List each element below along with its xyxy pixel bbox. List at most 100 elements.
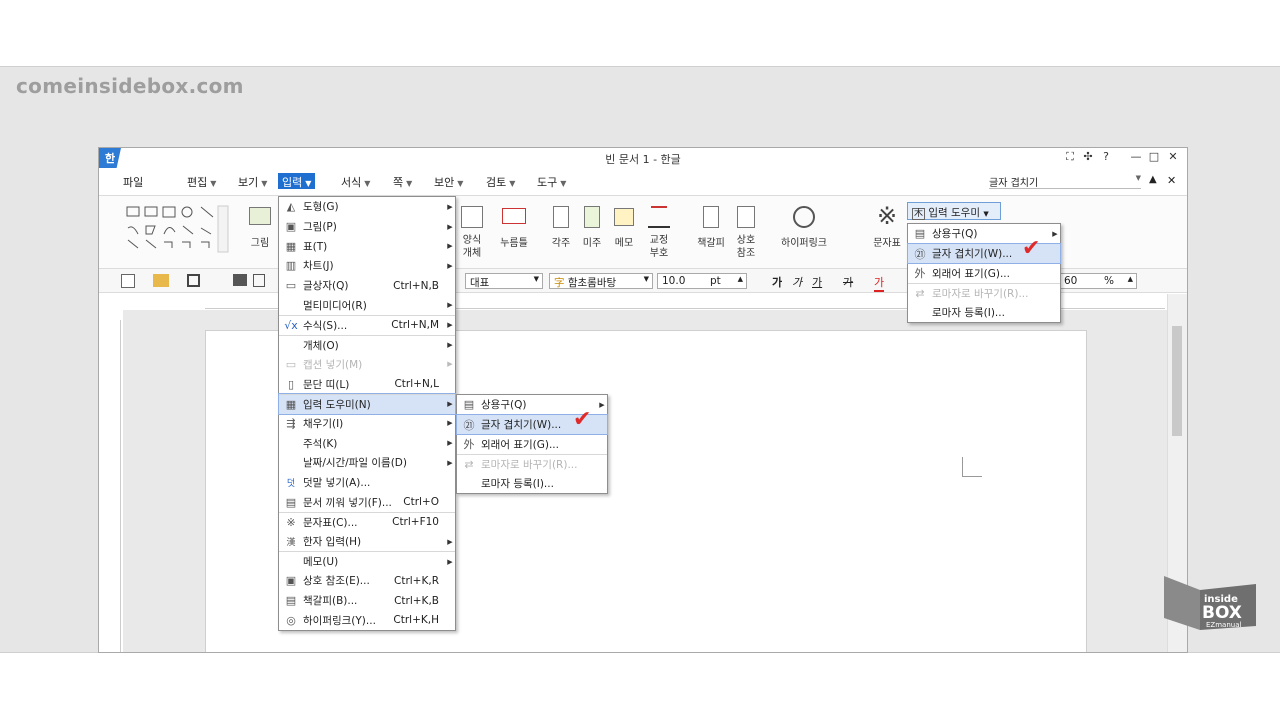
endnote-icon[interactable] (584, 206, 600, 228)
menu-view[interactable]: 보기 ▼ (234, 173, 271, 189)
open-folder-icon[interactable] (153, 274, 169, 287)
menu-insert[interactable]: 입력 ▼ (278, 173, 316, 189)
ribbon-endnote-label[interactable]: 미주 (578, 234, 606, 249)
close-icon[interactable]: ✕ (1165, 150, 1181, 163)
search-input[interactable]: 글자 겹치기 ▼ (989, 174, 1141, 189)
ribbon-form-label[interactable]: 양식 개체 (457, 234, 487, 260)
insert-item-annotation[interactable]: 주석(K) ▶ (279, 433, 455, 453)
shape-gallery[interactable] (125, 204, 229, 256)
ribbon-bookmark-label[interactable]: 책갈피 (693, 234, 729, 249)
underline-button[interactable]: 가 (812, 274, 822, 290)
title-bar: 한 빈 문서 1 - 한글 ⛶ ✣ ? — □ ✕ (99, 148, 1187, 168)
submenu-item-foreign-notation[interactable]: 外 외래어 표기(G)... (457, 434, 607, 454)
minimize-icon[interactable]: — (1128, 150, 1144, 163)
insert-item-hanja[interactable]: 漢 한자 입력(H) ▶ (279, 532, 455, 552)
insert-item-ruby[interactable]: 덧 덧말 넣기(A)... (279, 473, 455, 493)
cross-reference-icon[interactable] (737, 206, 755, 228)
menu-review[interactable]: 검토 ▼ (482, 173, 519, 189)
font-size-input[interactable]: 10.0 pt ▲ (657, 273, 747, 289)
insert-item-fill[interactable]: ⇶ 채우기(I) ▶ (279, 414, 455, 434)
cross-reference-icon: ▣ (285, 574, 297, 588)
maximize-icon[interactable]: □ (1146, 150, 1162, 163)
chevron-down-icon: ▼ (364, 179, 371, 188)
helper-item-roman-register[interactable]: 로마자 등록(I)... (908, 303, 1060, 323)
insert-item-memo[interactable]: 메모(U) ▶ (279, 551, 455, 571)
insert-item-table[interactable]: ▦ 표(T) ▶ (279, 236, 455, 256)
insert-item-datetime[interactable]: 날짜/시간/파일 이름(D) ▶ (279, 453, 455, 473)
menu-file[interactable]: 파일 (119, 173, 147, 189)
ribbon-footnote-label[interactable]: 각주 (547, 234, 575, 249)
print-icon[interactable] (233, 274, 247, 286)
ribbon-picture-label[interactable]: 그림 (243, 234, 277, 249)
logo-line-ezmanual: EZmanual (1206, 621, 1241, 629)
input-helper-button[interactable]: 木 입력 도우미 ▼ (907, 202, 1001, 220)
charmap-icon: ※ (286, 515, 296, 529)
ribbon-press-frame-label[interactable]: 누름틀 (495, 234, 533, 249)
footnote-icon[interactable] (553, 206, 569, 228)
insert-item-charmap[interactable]: ※ 문자표(C)... Ctrl+F10 (279, 512, 455, 532)
menu-edit[interactable]: 편집 ▼ (183, 173, 220, 189)
insert-item-chart[interactable]: ▥ 차트(J) ▶ (279, 256, 455, 276)
insert-item-input-helper[interactable]: ▦ 입력 도우미(N) ▶ (278, 392, 456, 415)
italic-button[interactable]: 가 (792, 274, 802, 290)
form-object-icon[interactable] (461, 206, 483, 228)
proof-mark-icon[interactable] (648, 206, 670, 228)
ribbon-memo-label[interactable]: 메모 (610, 234, 638, 249)
help-icon[interactable]: ? (1098, 150, 1114, 163)
fullscreen-icon[interactable]: ⛶ (1062, 150, 1078, 164)
chevron-right-icon: ▶ (447, 537, 453, 546)
close-doc-icon[interactable]: ✕ (1167, 174, 1176, 187)
zoom-input[interactable]: 60% ▲ (1059, 273, 1137, 289)
shape-icon: ◭ (286, 200, 296, 214)
insert-item-shape[interactable]: ◭ 도형(G) ▶ (279, 197, 455, 217)
menu-security[interactable]: 보안 ▼ (430, 173, 467, 189)
submenu-item-roman-register[interactable]: 로마자 등록(I)... (457, 474, 607, 494)
picture-icon[interactable] (249, 207, 271, 225)
ribbon-proof-label[interactable]: 교정 부호 (645, 234, 673, 260)
menu-page[interactable]: 쪽 ▼ (389, 173, 416, 189)
hyperlink-globe-icon[interactable] (793, 206, 815, 228)
insert-item-cross-ref[interactable]: ▣ 상호 참조(E)... Ctrl+K,R (279, 571, 455, 591)
romanize-icon: ⇄ (915, 286, 925, 300)
strike-button[interactable]: 가 (843, 274, 853, 290)
new-document-icon[interactable] (121, 274, 135, 288)
insert-item-picture[interactable]: ▣ 그림(P) ▶ (279, 217, 455, 237)
style-select[interactable]: 대표 ▼ (465, 273, 543, 289)
ribbon-cross-ref-label[interactable]: 상호 참조 (731, 234, 761, 260)
memo-icon[interactable] (614, 208, 634, 226)
ribbon-hyperlink-label[interactable]: 하이퍼링크 (775, 234, 833, 249)
charmap-icon[interactable]: ※ (877, 202, 897, 230)
font-select[interactable]: 字 함초롬바탕 ▼ (549, 273, 653, 289)
insert-item-insert-document[interactable]: ▤ 문서 끼워 넣기(F)... Ctrl+O (279, 492, 455, 512)
chevron-right-icon: ▶ (447, 222, 453, 231)
preview-icon[interactable] (253, 274, 265, 287)
helper-item-char-overlap[interactable]: ㉑ 글자 겹치기(W)... ✔ (907, 236, 1061, 265)
scrollbar-thumb[interactable] (1172, 326, 1182, 436)
bold-button[interactable]: 가 (772, 274, 782, 290)
phrases-icon: ▤ (914, 227, 926, 241)
spinner-icon: ▲ (737, 275, 743, 283)
save-icon[interactable] (187, 274, 200, 287)
insert-item-textbox[interactable]: ▭ 글상자(Q) Ctrl+N,B (279, 276, 455, 296)
insert-item-equation[interactable]: √x 수식(S)... Ctrl+N,M ▶ (279, 315, 455, 335)
input-helper-icon: 木 (912, 208, 926, 220)
insert-item-object[interactable]: 개체(O) ▶ (279, 334, 455, 355)
font-color-button[interactable]: 가 (874, 274, 885, 292)
bookmark-icon[interactable] (703, 206, 719, 228)
menu-tools[interactable]: 도구 ▼ (533, 173, 570, 189)
press-frame-icon[interactable] (502, 208, 526, 224)
ribbon-charmap-label[interactable]: 문자표 (869, 234, 905, 249)
chevron-right-icon: ▶ (447, 439, 453, 448)
chevron-right-icon: ▶ (447, 557, 453, 566)
submenu-item-char-overlap[interactable]: ㉑ 글자 겹치기(W)... ✔ (456, 407, 608, 436)
menu-format[interactable]: 서식 ▼ (337, 173, 374, 189)
collapse-ribbon-icon[interactable]: ▲ (1149, 174, 1157, 185)
insert-item-bookmark[interactable]: ▤ 책갈피(B)... Ctrl+K,B (279, 591, 455, 611)
insert-item-hyperlink[interactable]: ◎ 하이퍼링크(Y)... Ctrl+K,H (279, 610, 455, 630)
bookmark-icon: ▤ (285, 594, 297, 608)
move-icon[interactable]: ✣ (1080, 150, 1096, 163)
ruby-text-icon: 덧 (286, 478, 296, 489)
insert-item-multimedia[interactable]: 멀티미디어(R) ▶ (279, 295, 455, 315)
insert-item-paragraph-band[interactable]: ▯ 문단 띠(L) Ctrl+N,L (279, 374, 455, 394)
helper-item-foreign-notation[interactable]: 外 외래어 표기(G)... (908, 263, 1060, 283)
